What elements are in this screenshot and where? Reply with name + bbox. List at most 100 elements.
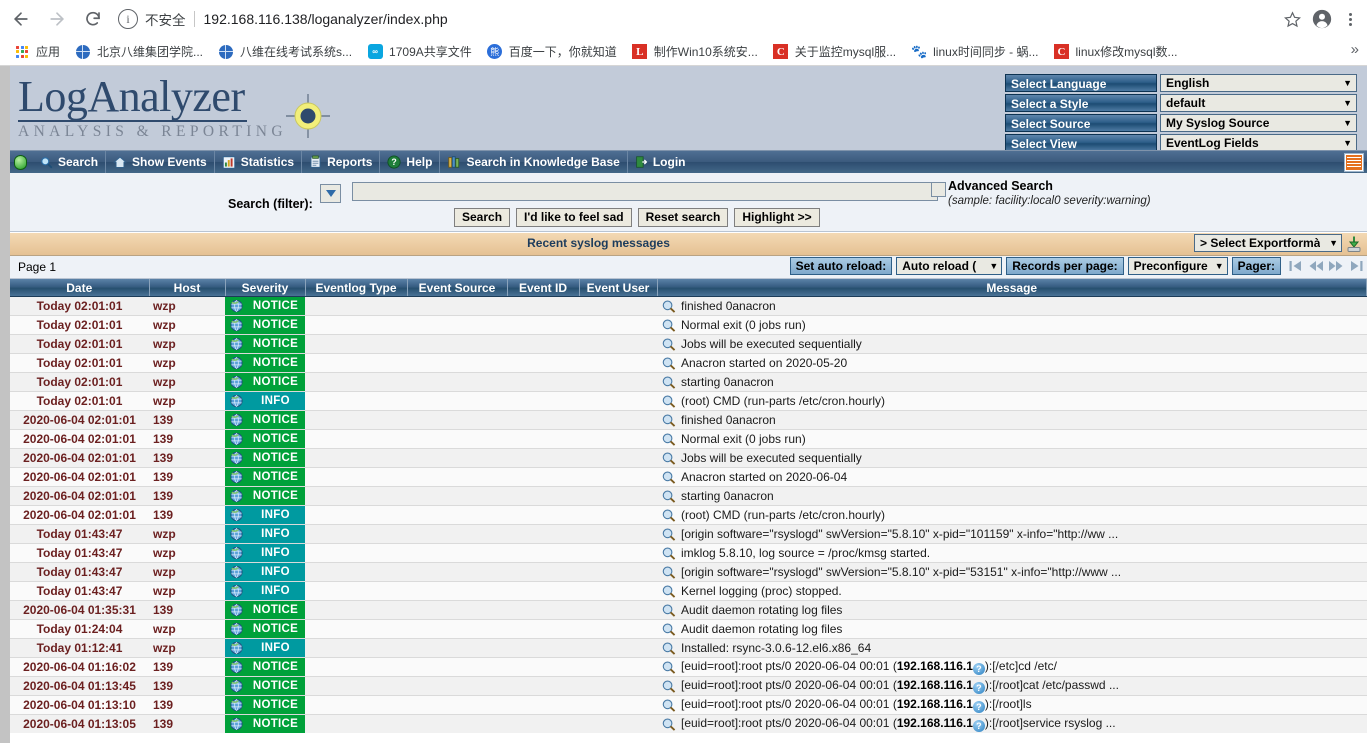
records-per-page-label[interactable]: Records per page: [1006, 257, 1124, 275]
cell-message[interactable]: [euid=root]:root pts/0 2020-06-04 00:01 … [657, 657, 1367, 677]
column-header-event-source[interactable]: Event Source [407, 279, 508, 297]
column-header-date[interactable]: Date [10, 279, 150, 297]
column-header-eventlog-type[interactable]: Eventlog Type [305, 279, 408, 297]
first-page-icon[interactable] [1287, 257, 1305, 275]
table-row[interactable]: 2020-06-04 01:13:05 139 NOTICE [euid=root]:… [10, 714, 1367, 733]
cell-message[interactable]: Normal exit (0 jobs run) [657, 315, 1367, 335]
table-row[interactable]: 2020-06-04 02:01:01 139 NOTICE Anacron star… [10, 467, 1367, 487]
bookmark-item-1[interactable]: 北京八维集团学院... [69, 41, 209, 63]
table-row[interactable]: 2020-06-04 01:13:45 139 NOTICE [euid=root]:… [10, 676, 1367, 696]
cell-message[interactable]: [origin software="rsyslogd" swVersion="5… [657, 562, 1367, 582]
bookmark-apps[interactable]: 应用 [8, 41, 66, 63]
table-row[interactable]: 2020-06-04 02:01:01 139 NOTICE starting 0an… [10, 486, 1367, 506]
cell-message[interactable]: Anacron started on 2020-05-20 [657, 353, 1367, 373]
table-row[interactable]: 2020-06-04 01:35:31 139 NOTICE Audit daemon… [10, 600, 1367, 620]
table-row[interactable]: 2020-06-04 02:01:01 139 NOTICE Normal exit … [10, 429, 1367, 449]
back-arrow-icon[interactable] [6, 4, 36, 34]
cell-message[interactable]: Audit daemon rotating log files [657, 600, 1367, 620]
reload-icon[interactable] [78, 4, 108, 34]
bookmark-star-icon[interactable] [1279, 6, 1305, 32]
cell-message[interactable]: Normal exit (0 jobs run) [657, 429, 1367, 449]
table-row[interactable]: Today 01:24:04 wzp NOTICE Audit daemon rota… [10, 619, 1367, 639]
site-info-icon[interactable]: i [118, 9, 138, 29]
cell-message[interactable]: Audit daemon rotating log files [657, 619, 1367, 639]
table-row[interactable]: Today 02:01:01 wzp NOTICE Normal exit (0 jo… [10, 315, 1367, 335]
column-header-event-id[interactable]: Event ID [507, 279, 580, 297]
bookmark-item-2[interactable]: 八维在线考试系统s... [212, 41, 358, 63]
nav-item-login[interactable]: Login [628, 151, 693, 173]
table-row[interactable]: Today 02:01:01 wzp NOTICE starting 0anacron [10, 372, 1367, 392]
table-row[interactable]: 2020-06-04 01:16:02 139 NOTICE [euid=root]:… [10, 657, 1367, 677]
feel-sad-button[interactable]: I'd like to feel sad [516, 208, 632, 227]
cell-message[interactable]: imklog 5.8.10, log source = /proc/kmsg s… [657, 543, 1367, 563]
search-input[interactable] [352, 182, 938, 201]
advanced-search-checkbox[interactable] [931, 182, 946, 197]
search-history-dropdown-button[interactable] [320, 184, 341, 203]
set-auto-reload-label[interactable]: Set auto reload: [789, 257, 893, 275]
next-page-icon[interactable] [1327, 257, 1345, 275]
table-row[interactable]: Today 01:43:47 wzp INFO [origin software="r… [10, 562, 1367, 582]
cell-message[interactable]: starting 0anacron [657, 486, 1367, 506]
reset-search-button[interactable]: Reset search [637, 208, 729, 227]
cell-message[interactable]: Anacron started on 2020-06-04 [657, 467, 1367, 487]
cell-message[interactable]: finished 0anacron [657, 410, 1367, 430]
bookmark-item-3[interactable]: ∞ 1709A共享文件 [361, 41, 478, 63]
table-row[interactable]: 2020-06-04 01:13:10 139 NOTICE [euid=root]:… [10, 695, 1367, 715]
download-green-icon[interactable] [1345, 235, 1363, 253]
cell-message[interactable]: finished 0anacron [657, 296, 1367, 316]
table-row[interactable]: Today 01:43:47 wzp INFO imklog 5.8.10, log … [10, 543, 1367, 563]
cell-message[interactable]: Jobs will be executed sequentially [657, 448, 1367, 468]
column-header-event-user[interactable]: Event User [579, 279, 658, 297]
column-header-message[interactable]: Message [657, 279, 1367, 297]
records-per-page-dropdown[interactable]: Preconfigure ▼ [1127, 257, 1228, 275]
cell-message[interactable]: [origin software="rsyslogd" swVersion="5… [657, 524, 1367, 544]
table-row[interactable]: Today 02:01:01 wzp NOTICE Anacron started o… [10, 353, 1367, 373]
bookmarks-overflow-icon[interactable]: » [1351, 41, 1359, 58]
column-header-severity[interactable]: Severity [225, 279, 306, 297]
last-page-icon[interactable] [1347, 257, 1365, 275]
bookmark-item-4[interactable]: 熊 百度一下，你就知道 [481, 41, 623, 63]
select-language-dropdown[interactable]: English ▼ [1160, 74, 1357, 92]
select-style-dropdown[interactable]: default ▼ [1160, 94, 1357, 112]
cell-message[interactable]: starting 0anacron [657, 372, 1367, 392]
profile-avatar-icon[interactable] [1309, 6, 1335, 32]
table-row[interactable]: 2020-06-04 02:01:01 139 NOTICE Jobs will be… [10, 448, 1367, 468]
search-button[interactable]: Search [454, 208, 511, 227]
nav-item-search[interactable]: Search [33, 151, 107, 173]
export-format-dropdown[interactable]: > Select Exportformà ▼ [1194, 234, 1342, 252]
pager-label[interactable]: Pager: [1231, 257, 1281, 275]
nav-item-statistics[interactable]: Statistics [215, 151, 303, 173]
nav-item-show-events[interactable]: Show Events [106, 151, 215, 173]
table-row[interactable]: Today 01:43:47 wzp INFO Kernel logging (pro… [10, 581, 1367, 601]
prev-page-icon[interactable] [1307, 257, 1325, 275]
address-bar[interactable]: i 不安全 192.168.116.138/loganalyzer/index.… [118, 5, 1267, 33]
bookmark-item-8[interactable]: C linux修改mysql数... [1048, 41, 1184, 63]
cell-message[interactable]: [euid=root]:root pts/0 2020-06-04 00:01 … [657, 714, 1367, 733]
cell-message[interactable]: [euid=root]:root pts/0 2020-06-04 00:01 … [657, 695, 1367, 715]
table-row[interactable]: Today 02:01:01 wzp NOTICE Jobs will be exec… [10, 334, 1367, 354]
table-row[interactable]: Today 02:01:01 wzp NOTICE finished 0anacron [10, 296, 1367, 316]
cell-message[interactable]: (root) CMD (run-parts /etc/cron.hourly) [657, 505, 1367, 525]
cell-message[interactable]: Installed: rsync-3.0.6-12.el6.x86_64 [657, 638, 1367, 658]
nav-item-knowledge-base[interactable]: Search in Knowledge Base [440, 151, 628, 173]
cell-message[interactable]: Kernel logging (proc) stopped. [657, 581, 1367, 601]
cell-message[interactable]: Jobs will be executed sequentially [657, 334, 1367, 354]
auto-reload-dropdown[interactable]: Auto reload ( ▼ [896, 257, 1003, 275]
cell-message[interactable]: (root) CMD (run-parts /etc/cron.hourly) [657, 391, 1367, 411]
select-source-dropdown[interactable]: My Syslog Source ▼ [1160, 114, 1357, 132]
table-row[interactable]: Today 01:12:41 wzp INFO Installed: rsync-3.… [10, 638, 1367, 658]
forward-arrow-icon[interactable] [42, 4, 72, 34]
browser-menu-icon[interactable] [1337, 4, 1363, 34]
table-row[interactable]: 2020-06-04 02:01:01 139 NOTICE finished 0an… [10, 410, 1367, 430]
nav-item-help[interactable]: ? Help [380, 151, 441, 173]
cell-message[interactable]: [euid=root]:root pts/0 2020-06-04 00:01 … [657, 676, 1367, 696]
grid-panel-icon[interactable] [1345, 154, 1363, 171]
bookmark-item-7[interactable]: 🐾 linux时间同步 - 蜗... [905, 41, 1044, 63]
table-row[interactable]: Today 02:01:01 wzp INFO (root) CMD (run-par… [10, 391, 1367, 411]
bookmark-item-6[interactable]: C 关于监控mysql服... [767, 41, 902, 63]
bookmark-item-5[interactable]: L 制作Win10系统安... [626, 41, 764, 63]
table-row[interactable]: Today 01:43:47 wzp INFO [origin software="r… [10, 524, 1367, 544]
highlight-button[interactable]: Highlight >> [734, 208, 820, 227]
table-row[interactable]: 2020-06-04 02:01:01 139 INFO (root) CMD (ru… [10, 505, 1367, 525]
nav-item-reports[interactable]: Reports [302, 151, 381, 173]
